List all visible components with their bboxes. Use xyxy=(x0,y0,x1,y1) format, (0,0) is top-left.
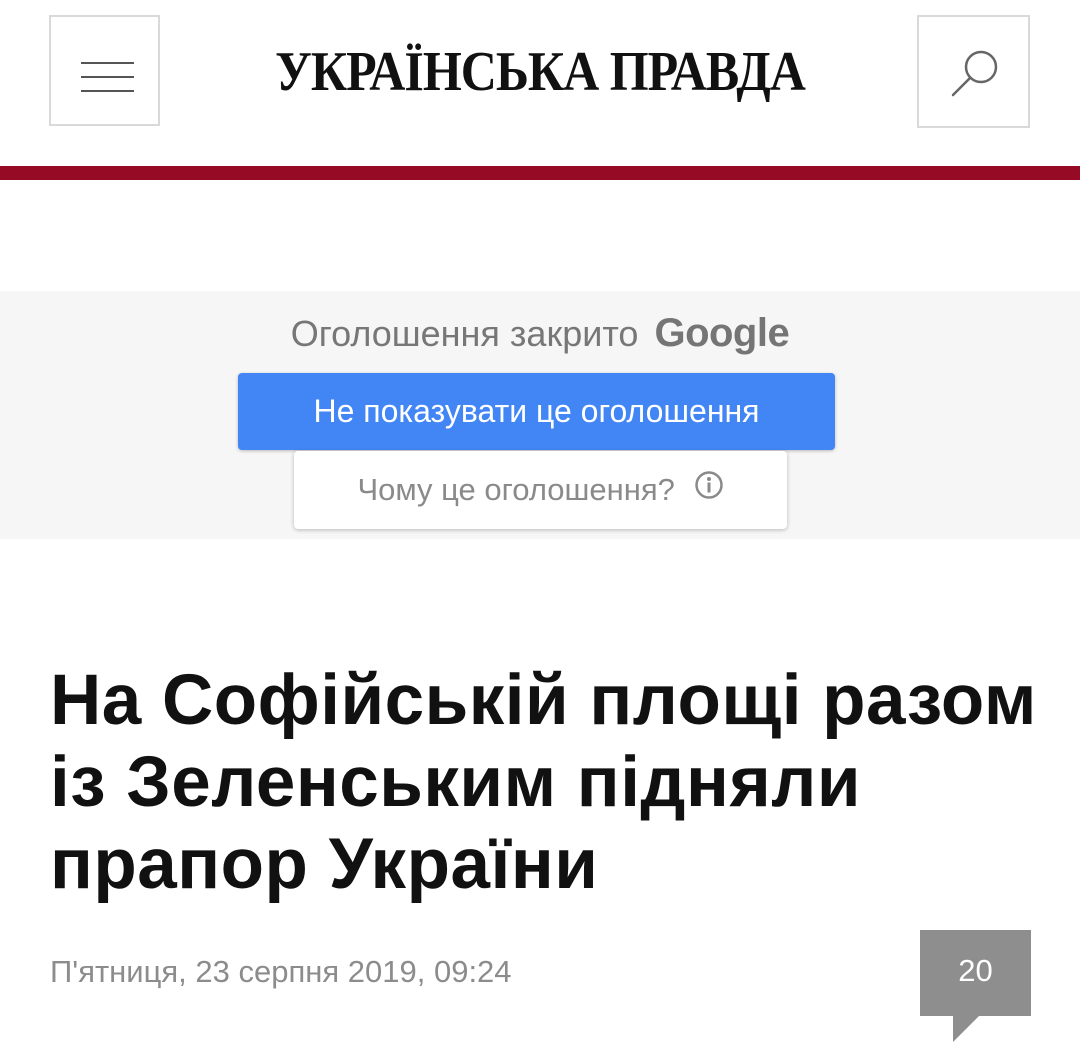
ad-closed-message: Оголошення закрито Google xyxy=(0,309,1080,358)
google-logo: Google xyxy=(654,311,790,355)
why-this-ad-label: Чому це оголошення? xyxy=(357,472,675,507)
search-button[interactable] xyxy=(917,15,1030,128)
ad-closed-text: Оголошення закрито xyxy=(290,313,639,354)
ad-closed-panel: Оголошення закрито Google Не показувати … xyxy=(0,291,1080,539)
menu-button[interactable] xyxy=(49,15,160,126)
magnifier-icon xyxy=(951,50,998,97)
header-divider xyxy=(0,166,1080,180)
comments-badge-tail xyxy=(953,1016,979,1042)
comments-count-badge[interactable]: 20 xyxy=(920,930,1031,1016)
site-logo[interactable]: УКРАЇНСЬКА ПРАВДА xyxy=(230,32,850,110)
site-header: УКРАЇНСЬКА ПРАВДА xyxy=(0,0,1080,166)
info-icon xyxy=(694,451,724,529)
article-headline: На Софійській площі разом із Зеленським … xyxy=(50,661,1037,904)
hide-ad-button[interactable]: Не показувати це оголошення xyxy=(238,373,835,450)
article-date: П'ятниця, 23 серпня 2019, 09:24 xyxy=(50,954,512,989)
why-this-ad-button[interactable]: Чому це оголошення? xyxy=(294,451,787,529)
